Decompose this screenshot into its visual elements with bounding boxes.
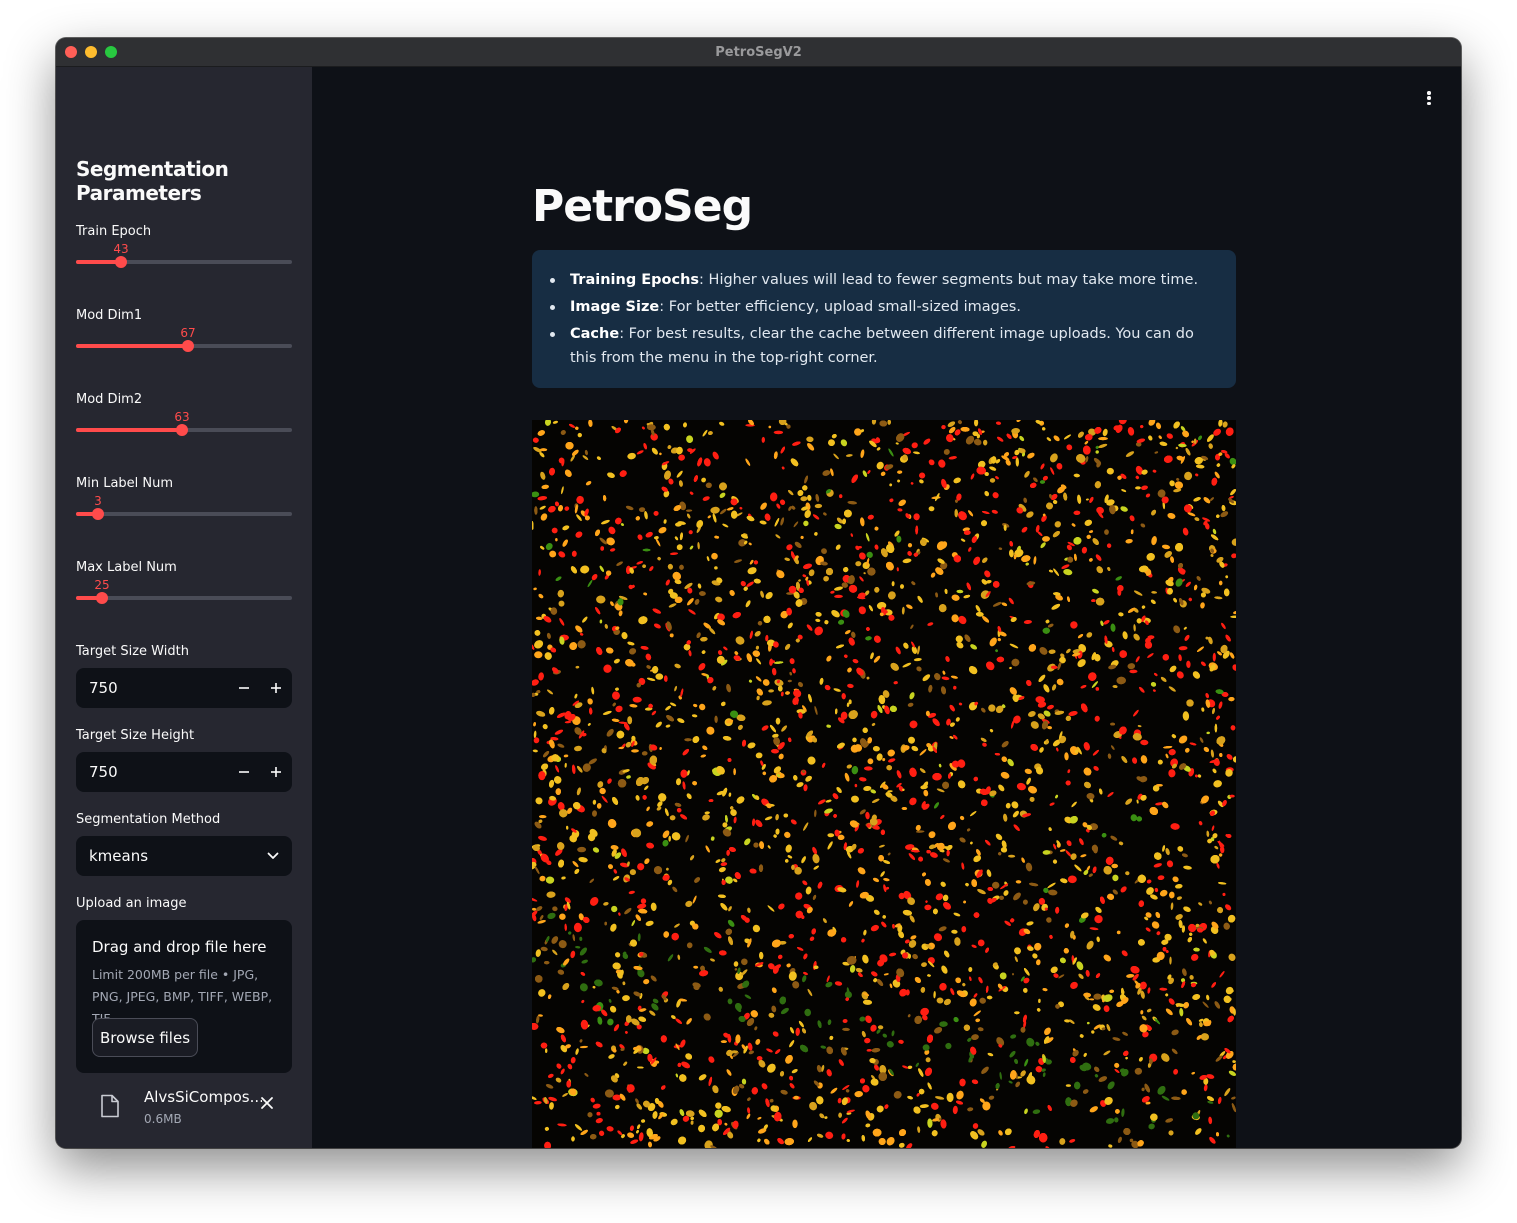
slider-thumb[interactable] bbox=[92, 508, 104, 520]
target-height-label: Target Size Height bbox=[76, 728, 195, 743]
window-controls bbox=[65, 46, 117, 58]
slider-mod-dim1: Mod Dim1 67 bbox=[76, 308, 292, 352]
slider-value: 63 bbox=[174, 410, 190, 424]
info-item: Image Size: For better efficiency, uploa… bbox=[550, 295, 1216, 319]
plus-icon bbox=[271, 767, 281, 777]
slider-track[interactable] bbox=[76, 424, 292, 436]
slider-fill bbox=[76, 344, 188, 348]
minus-icon bbox=[239, 771, 249, 773]
chevron-down-icon bbox=[267, 852, 279, 859]
app-window: PetroSegV2 Segmentation Parameters Train… bbox=[56, 38, 1461, 1148]
slider-label: Mod Dim1 bbox=[76, 308, 143, 323]
segmentation-method-select[interactable]: kmeans bbox=[76, 836, 292, 876]
info-callout: Training Epochs: Higher values will lead… bbox=[532, 250, 1236, 388]
target-width-group: Target Size Width 750 bbox=[76, 644, 292, 708]
slider-value: 25 bbox=[94, 578, 110, 592]
slider-track[interactable] bbox=[76, 256, 292, 268]
minus-icon bbox=[239, 687, 249, 689]
target-width-value[interactable]: 750 bbox=[76, 679, 228, 697]
info-term: Training Epochs bbox=[570, 272, 700, 288]
sidebar: Segmentation Parameters Train Epoch 43 M… bbox=[56, 67, 312, 1148]
sidebar-heading: Segmentation Parameters bbox=[76, 157, 229, 205]
slider-value: 43 bbox=[113, 242, 129, 256]
close-icon[interactable] bbox=[258, 1094, 276, 1112]
slider-label: Mod Dim2 bbox=[76, 392, 143, 407]
uploaded-file: AlvsSiCompos... 0.6MB bbox=[76, 1088, 292, 1132]
target-width-input[interactable]: 750 bbox=[76, 668, 292, 708]
minimize-window-button[interactable] bbox=[85, 46, 97, 58]
slider-track[interactable] bbox=[76, 340, 292, 352]
target-height-input[interactable]: 750 bbox=[76, 752, 292, 792]
target-height-value[interactable]: 750 bbox=[76, 763, 228, 781]
slider-thumb[interactable] bbox=[182, 340, 194, 352]
close-window-button[interactable] bbox=[65, 46, 77, 58]
increment-width-button[interactable] bbox=[260, 668, 292, 708]
target-height-group: Target Size Height 750 bbox=[76, 728, 292, 792]
slider-label: Max Label Num bbox=[76, 560, 177, 575]
file-dropzone[interactable]: Drag and drop file here Limit 200MB per … bbox=[76, 920, 292, 1073]
page-title: PetroSeg bbox=[532, 181, 753, 232]
slider-track[interactable] bbox=[76, 592, 292, 604]
slider-max-label-num: Max Label Num 25 bbox=[76, 560, 292, 604]
slider-thumb[interactable] bbox=[115, 256, 127, 268]
segmentation-method-group: Segmentation Method kmeans bbox=[76, 812, 292, 876]
slider-value: 67 bbox=[180, 326, 196, 340]
info-item: Cache: For best results, clear the cache… bbox=[550, 322, 1216, 370]
maximize-window-button[interactable] bbox=[105, 46, 117, 58]
segmentation-method-value: kmeans bbox=[89, 847, 149, 865]
file-icon bbox=[101, 1094, 119, 1118]
info-item: Training Epochs: Higher values will lead… bbox=[550, 268, 1216, 292]
decrement-height-button[interactable] bbox=[228, 752, 260, 792]
slider-track[interactable] bbox=[76, 508, 292, 520]
info-term: Cache bbox=[570, 326, 620, 342]
plus-icon bbox=[271, 683, 281, 693]
info-text: For best results, clear the cache betwee… bbox=[570, 326, 1194, 366]
slider-label: Min Label Num bbox=[76, 476, 174, 491]
main-content: PetroSeg Training Epochs: Higher values … bbox=[312, 67, 1461, 1148]
segmentation-method-label: Segmentation Method bbox=[76, 812, 221, 827]
slider-fill bbox=[76, 428, 182, 432]
info-text: For better efficiency, upload small-size… bbox=[664, 299, 1021, 315]
increment-height-button[interactable] bbox=[260, 752, 292, 792]
title-bar: PetroSegV2 bbox=[56, 38, 1461, 67]
slider-mod-dim2: Mod Dim2 63 bbox=[76, 392, 292, 436]
file-size: 0.6MB bbox=[144, 1112, 182, 1126]
segmentation-result-image bbox=[532, 420, 1236, 1148]
slider-thumb[interactable] bbox=[96, 592, 108, 604]
target-width-label: Target Size Width bbox=[76, 644, 189, 659]
slider-train-epoch: Train Epoch 43 bbox=[76, 224, 292, 268]
more-vert-icon[interactable] bbox=[1423, 89, 1435, 107]
upload-label: Upload an image bbox=[76, 896, 187, 911]
upload-group: Upload an image Drag and drop file here … bbox=[76, 896, 292, 1126]
info-term: Image Size bbox=[570, 299, 660, 315]
file-name: AlvsSiCompos... bbox=[144, 1088, 262, 1106]
segmentation-mosaic bbox=[532, 420, 1236, 1148]
browse-files-button[interactable]: Browse files bbox=[92, 1018, 198, 1057]
decrement-width-button[interactable] bbox=[228, 668, 260, 708]
slider-value: 3 bbox=[94, 494, 102, 508]
slider-label: Train Epoch bbox=[76, 224, 152, 239]
slider-thumb[interactable] bbox=[176, 424, 188, 436]
dropzone-title: Drag and drop file here bbox=[92, 938, 267, 956]
slider-min-label-num: Min Label Num 3 bbox=[76, 476, 292, 520]
window-title: PetroSegV2 bbox=[715, 44, 802, 60]
info-text: Higher values will lead to fewer segment… bbox=[703, 272, 1199, 288]
